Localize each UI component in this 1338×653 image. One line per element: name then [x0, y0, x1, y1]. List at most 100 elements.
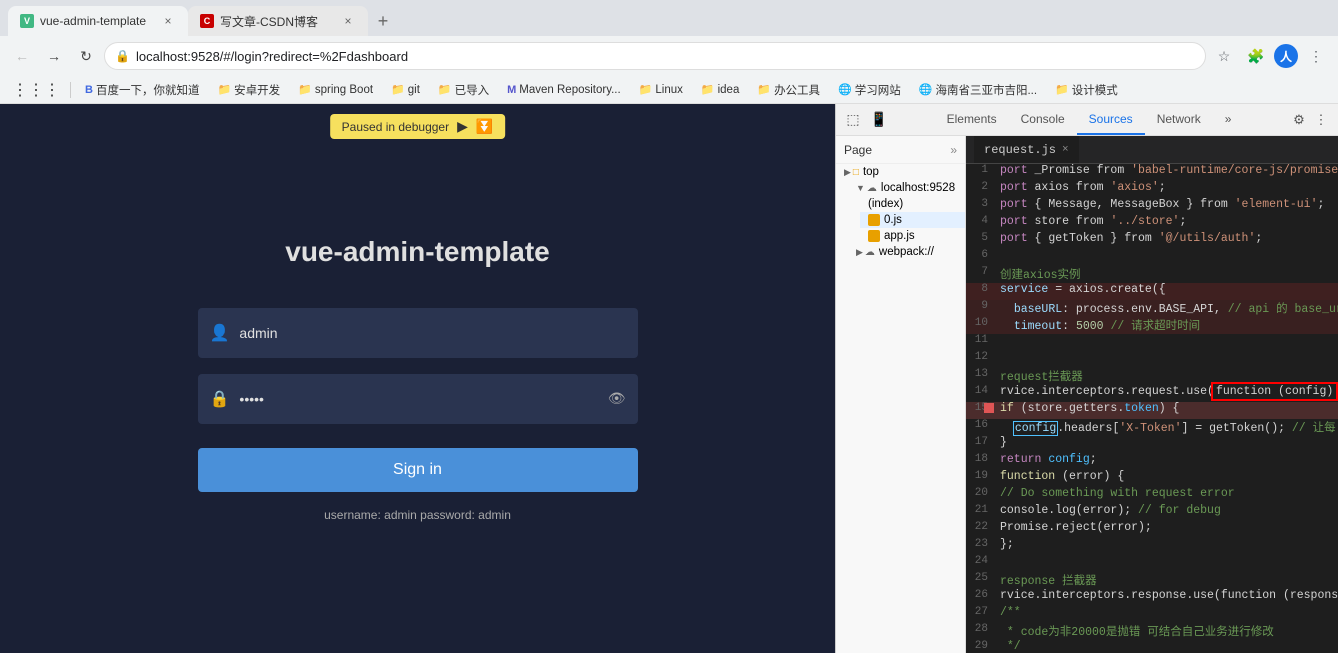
code-line: 4 port store from '../store';: [966, 215, 1338, 232]
file-tree-index[interactable]: (index): [860, 196, 965, 212]
eye-icon[interactable]: 👁: [608, 390, 626, 407]
file-tree-appjs[interactable]: app.js: [860, 228, 965, 244]
tab-vue-admin[interactable]: V vue-admin-template ×: [8, 6, 188, 36]
code-line: 7 创建axios实例: [966, 266, 1338, 283]
tab-console[interactable]: Console: [1009, 104, 1077, 135]
inspect-element-icon[interactable]: ⬚: [844, 111, 862, 129]
code-line: 2 port axios from 'axios';: [966, 181, 1338, 198]
login-page: Paused in debugger ▶ ⏬ vue-admin-templat…: [0, 104, 835, 653]
ft-label-top: top: [863, 166, 879, 178]
ft-arrow-webpack: ▶: [856, 247, 863, 258]
login-title: vue-admin-template: [285, 236, 550, 268]
devtools-more-icon[interactable]: ⋮: [1312, 111, 1330, 129]
main-area: Paused in debugger ▶ ⏬ vue-admin-templat…: [0, 104, 1338, 653]
file-panel: Page » ▶ □ top ▼ ☁ localhost:9528: [836, 136, 966, 653]
file-tree-webpack[interactable]: ▶ ☁ webpack://: [848, 244, 965, 260]
bookmark-study[interactable]: 🌐 学习网站: [830, 80, 909, 100]
devtools-icons-right: ⚙ ⋮: [1290, 111, 1330, 129]
sign-in-button[interactable]: Sign in: [198, 448, 638, 492]
devtools-topbar: ⬚ 📱 Elements Console Sources Network » ⚙…: [836, 104, 1338, 136]
devtools-icons-left: ⬚ 📱: [844, 111, 888, 129]
ft-label-index: (index): [868, 198, 903, 210]
address-text: localhost:9528/#/login?redirect=%2Fdashb…: [136, 49, 1195, 64]
debug-resume-button[interactable]: ▶: [457, 118, 468, 135]
device-toolbar-icon[interactable]: 📱: [870, 111, 888, 129]
file-panel-header: Page »: [836, 136, 965, 164]
code-line: 11: [966, 334, 1338, 351]
tab-close-vue[interactable]: ×: [160, 13, 176, 29]
code-line: 27 /**: [966, 606, 1338, 623]
bookmark-office[interactable]: 📁 办公工具: [749, 80, 828, 100]
code-line: 18 return config;: [966, 453, 1338, 470]
devtools-settings-icon[interactable]: ⚙: [1290, 111, 1308, 129]
code-editor-header: request.js ×: [966, 136, 1338, 164]
code-line: 28 * code为非20000是抛错 可结合自己业务进行修改: [966, 623, 1338, 640]
code-line: 5 port { getToken } from '@/utils/auth';: [966, 232, 1338, 249]
ft-label-0js: 0.js: [884, 214, 902, 226]
cloud-icon-localhost: ☁: [867, 183, 877, 194]
code-file-tab[interactable]: request.js ×: [974, 136, 1079, 163]
bookmark-apps[interactable]: ⋮⋮⋮: [8, 78, 64, 102]
forward-button[interactable]: →: [40, 42, 68, 70]
back-button[interactable]: ←: [8, 42, 36, 70]
tab-csdn[interactable]: C 写文章-CSDN博客 ×: [188, 6, 368, 36]
code-line: 10 timeout: 5000 // 请求超时时间: [966, 317, 1338, 334]
bookmark-baidu[interactable]: B 百度一下，你就知道: [77, 80, 207, 100]
code-lines: 1 port _Promise from 'babel-runtime/core…: [966, 164, 1338, 653]
file-panel-more[interactable]: »: [950, 143, 957, 157]
reload-button[interactable]: ↻: [72, 42, 100, 70]
tab-title-vue: vue-admin-template: [40, 14, 156, 28]
bookmark-separator: [70, 82, 71, 98]
code-tab-close[interactable]: ×: [1062, 144, 1069, 156]
code-line: 6: [966, 249, 1338, 266]
bookmark-idea[interactable]: 📁 idea: [693, 81, 747, 98]
bookmark-spring[interactable]: 📁 spring Boot: [290, 81, 381, 98]
code-line: 1 port _Promise from 'babel-runtime/core…: [966, 164, 1338, 181]
file-tree-localhost[interactable]: ▼ ☁ localhost:9528: [848, 180, 965, 196]
new-tab-button[interactable]: +: [368, 6, 398, 36]
code-line: 22 Promise.reject(error);: [966, 521, 1338, 538]
bookmark-hainan[interactable]: 🌐 海南省三亚市吉阳...: [911, 80, 1045, 100]
code-line: 19 function (error) {: [966, 470, 1338, 487]
extensions-button[interactable]: 🧩: [1242, 42, 1270, 70]
folder-icon-top: □: [853, 167, 859, 178]
code-line-breakpoint: 15 if (store.getters.token) {: [966, 402, 1338, 419]
toolbar-right: ☆ 🧩 人 ⋮: [1210, 42, 1330, 70]
menu-button[interactable]: ⋮: [1302, 42, 1330, 70]
tab-close-csdn[interactable]: ×: [340, 13, 356, 29]
file-tree: ▶ □ top ▼ ☁ localhost:9528 (index): [836, 164, 965, 260]
code-line: 29 */: [966, 640, 1338, 653]
tab-network[interactable]: Network: [1145, 104, 1213, 135]
file-tree-0js[interactable]: 0.js: [860, 212, 965, 228]
bookmark-android[interactable]: 📁 安卓开发: [209, 80, 288, 100]
bookmark-imported[interactable]: 📁 已导入: [430, 80, 497, 100]
code-line: 25 response 拦截器: [966, 572, 1338, 589]
star-button[interactable]: ☆: [1210, 42, 1238, 70]
password-input-group: 🔒 👁: [198, 374, 638, 424]
password-input[interactable]: [239, 391, 607, 407]
code-line-highlight: 8 service = axios.create({: [966, 283, 1338, 300]
tab-title-csdn: 写文章-CSDN博客: [220, 13, 336, 30]
ft-arrow-localhost: ▼: [856, 183, 865, 193]
ft-arrow-top: ▶: [844, 167, 851, 178]
file-tree-top[interactable]: ▶ □ top: [836, 164, 965, 180]
address-bar[interactable]: 🔒 localhost:9528/#/login?redirect=%2Fdas…: [104, 42, 1206, 70]
code-line: 21 console.log(error); // for debug: [966, 504, 1338, 521]
code-line: 14 rvice.interceptors.request.use(functi…: [966, 385, 1338, 402]
tab-more[interactable]: »: [1213, 104, 1244, 135]
code-line: 24: [966, 555, 1338, 572]
debug-step-button[interactable]: ⏬: [476, 118, 493, 135]
username-input[interactable]: [239, 325, 625, 341]
bookmark-git[interactable]: 📁 git: [383, 81, 428, 98]
code-line: 13 request拦截器: [966, 368, 1338, 385]
debugger-text: Paused in debugger: [342, 120, 449, 134]
bookmark-linux[interactable]: 📁 Linux: [631, 81, 691, 98]
bookmark-maven[interactable]: M Maven Repository...: [499, 82, 629, 98]
tab-elements[interactable]: Elements: [935, 104, 1009, 135]
user-icon: 👤: [210, 323, 230, 343]
bookmark-design[interactable]: 📁 设计模式: [1047, 80, 1126, 100]
file-panel-title: Page: [844, 143, 872, 157]
tab-sources[interactable]: Sources: [1077, 104, 1145, 135]
cloud-icon-webpack: ☁: [865, 247, 875, 258]
user-avatar[interactable]: 人: [1274, 44, 1298, 68]
